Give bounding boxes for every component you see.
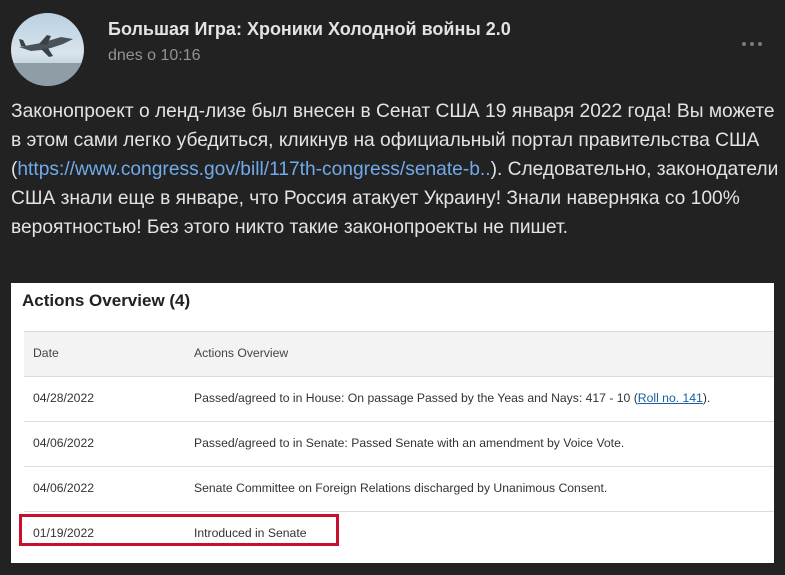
dot — [758, 42, 762, 46]
row-action: Passed/agreed to in Senate: Passed Senat… — [194, 436, 625, 450]
more-dots-icon[interactable] — [742, 39, 770, 49]
row-action: Senate Committee on Foreign Relations di… — [194, 481, 608, 495]
row-date: 04/28/2022 — [33, 391, 94, 405]
channel-name[interactable]: Большая Игра: Хроники Холодной войны 2.0 — [108, 19, 511, 40]
row-action-suffix: ). — [702, 391, 711, 405]
dot — [750, 42, 754, 46]
table-row: 04/06/2022 Senate Committee on Foreign R… — [24, 467, 774, 512]
actions-overview-title: Actions Overview (4) — [22, 291, 191, 310]
row-date: 04/06/2022 — [33, 481, 94, 495]
red-highlight-box — [19, 514, 339, 546]
row-action-text: Passed/agreed to in House: On passage Pa… — [194, 391, 638, 405]
table-row: 04/06/2022 Passed/agreed to in Senate: P… — [24, 422, 774, 467]
table-header-row: Date Actions Overview — [24, 332, 774, 377]
row-action: Passed/agreed to in House: On passage Pa… — [194, 391, 710, 405]
header-actions: Actions Overview — [194, 346, 289, 360]
dot — [742, 42, 746, 46]
header-date: Date — [33, 346, 59, 360]
post-timestamp[interactable]: dnes o 10:16 — [108, 47, 201, 65]
congress-link[interactable]: https://www.congress.gov/bill/117th-cong… — [17, 159, 490, 180]
row-date: 04/06/2022 — [33, 436, 94, 450]
post-text: Законопроект о ленд-лизе был внесен в Се… — [11, 97, 779, 242]
fighter-jet-icon — [11, 35, 84, 86]
attached-screenshot[interactable]: Actions Overview (4) Date Actions Overvi… — [11, 283, 774, 563]
roll-call-link[interactable]: Roll no. 141 — [638, 391, 703, 405]
table-row: 04/28/2022 Passed/agreed to in House: On… — [24, 377, 774, 422]
channel-avatar[interactable] — [11, 13, 84, 86]
